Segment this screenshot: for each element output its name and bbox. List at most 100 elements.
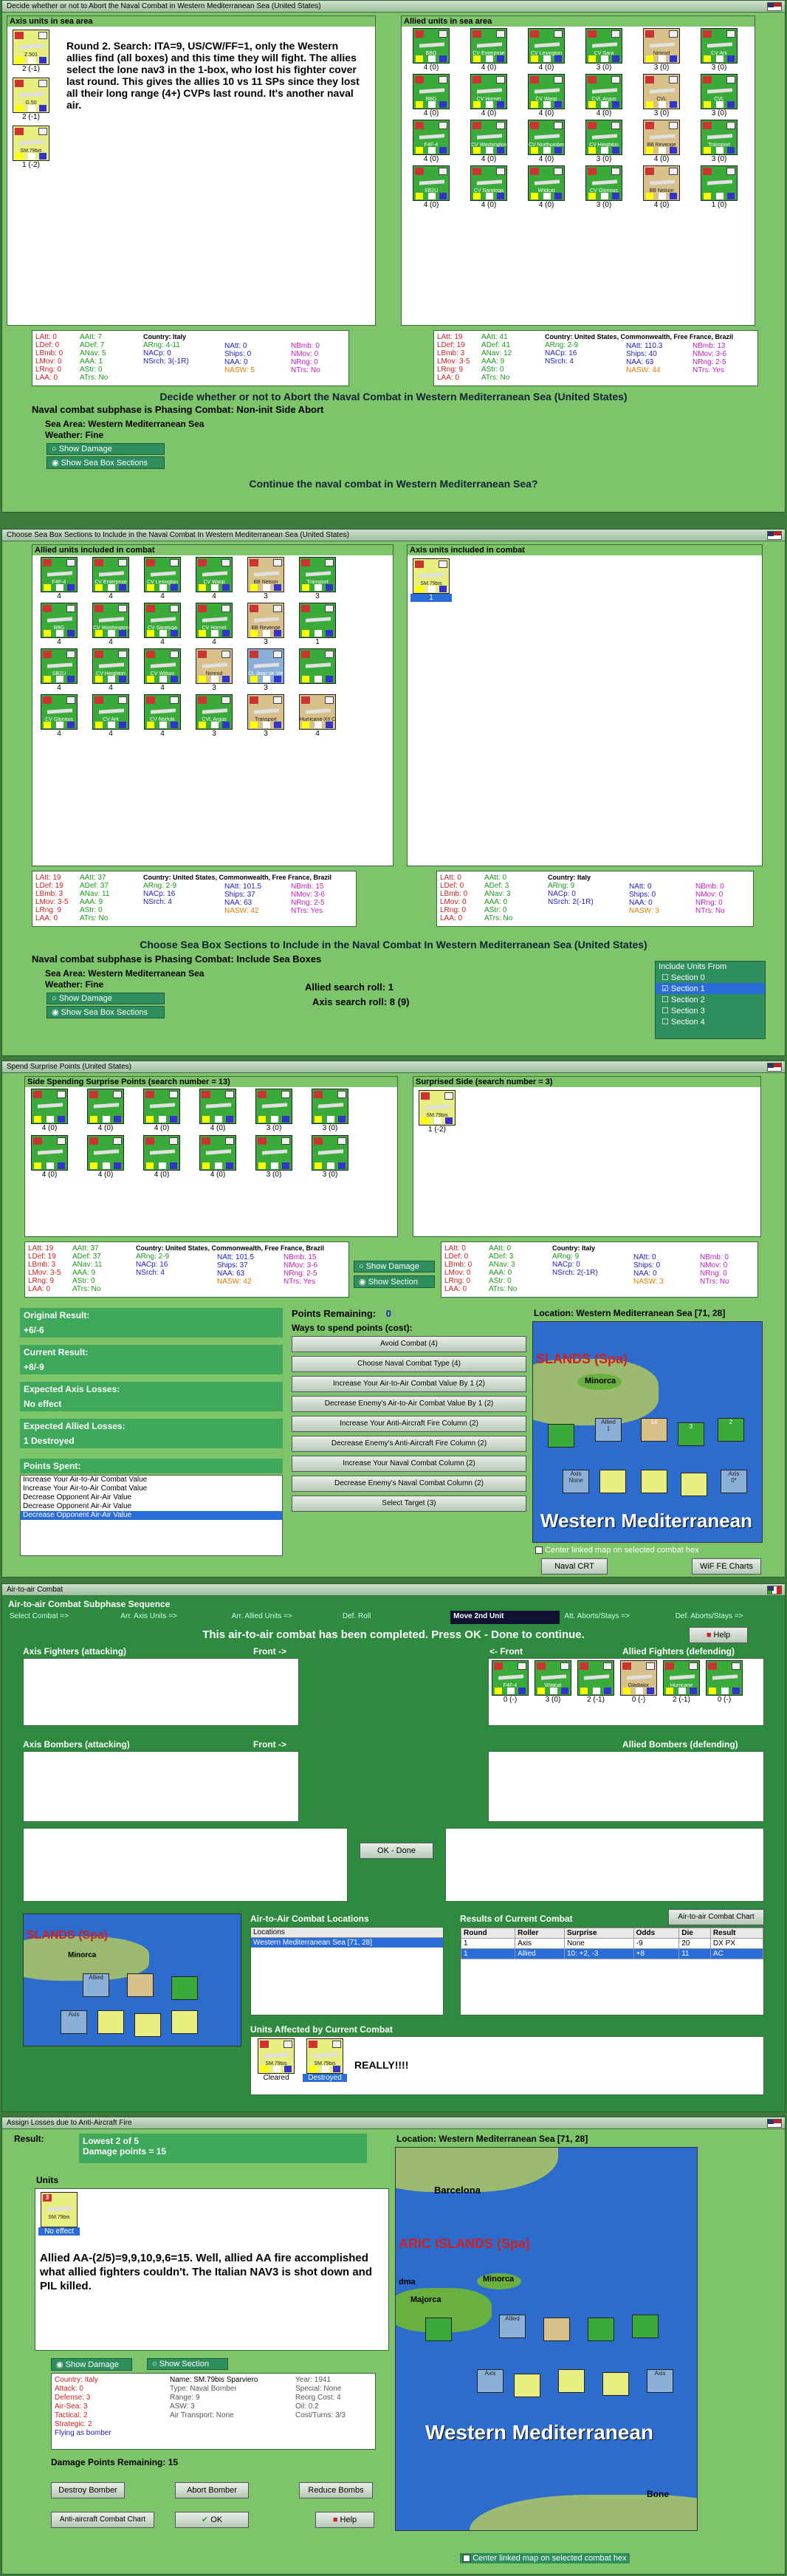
spend-option-button[interactable]: Increase Your Anti-Aircraft Fire Column … [292,1416,526,1432]
unit[interactable]: Hurricane-XII CAN4 [294,694,341,738]
sequence-tab[interactable]: Arr. Allied Units => [229,1611,338,1624]
unit[interactable]: 4 (0) [196,1089,239,1132]
show-damage-toggle[interactable]: ○ Show Damage [47,993,165,1004]
map-axis-stack[interactable]: Axis None [563,1470,589,1493]
section-3[interactable]: ☐ Section 3 [656,1005,765,1016]
sequence-tab[interactable]: Def. Aborts/Stays => [673,1611,782,1624]
spend-option-button[interactable]: Avoid Combat (4) [292,1336,526,1352]
unit[interactable]: CV Glorious 4 [35,694,83,738]
center-map-checkbox[interactable]: Center linked map on selected combat hex [460,2553,630,2563]
unit[interactable]: CV Enterprise 4 [87,557,134,600]
show-section-toggle[interactable]: ◉ Show Section [354,1275,435,1288]
unit[interactable]: SB2U 4 (0) [405,165,458,209]
unit[interactable]: 0 (-) [704,1660,744,1724]
unit[interactable]: CV Hornet 4 (0) [462,74,515,117]
spend-option-button[interactable]: Decrease Enemy's Air-to-Air Combat Value… [292,1396,526,1412]
unit[interactable]: Transport 3 (0) [693,120,746,163]
unit[interactable]: CVL Argus 4 (0) [577,74,630,117]
unit[interactable]: SM.79bis 1 [410,558,452,602]
map-unit[interactable]: 3 [678,1422,704,1446]
unit[interactable]: CV Glorious 3 (0) [577,165,630,209]
unit[interactable]: 4 (0) [84,1089,127,1132]
table-row[interactable]: 1 Axis None -9 20 DX PX [460,1938,764,1949]
spend-option-button[interactable]: Decrease Enemy's Anti-Aircraft Fire Colu… [292,1436,526,1452]
unit[interactable]: SM.79bis 1 (-2) [10,126,52,169]
unit[interactable]: BBG 4 [35,603,83,646]
unit[interactable]: SM.79bis 1 (-2) [416,1090,458,1134]
unit[interactable]: Nimrod 3 (0) [635,28,688,72]
unit[interactable]: BB Nelson 4 (0) [635,165,688,209]
unit[interactable]: CV Heighton 3 (0) [577,120,630,163]
map-axis-stack[interactable]: Axis [477,2369,504,2393]
spent-item[interactable]: Increase Your Air-to-Air Combat Value [21,1476,282,1484]
naval-crt-button[interactable]: Naval CRT [541,1558,608,1575]
spend-option-button[interactable]: Decrease Enemy's Naval Combat Column (2) [292,1476,526,1492]
unit[interactable]: 4 (0) [140,1089,183,1132]
show-damage-toggle[interactable]: ◉ Show Damage [51,2358,132,2371]
affected-unit[interactable]: SM.79bis Cleared [254,2038,298,2082]
unit[interactable]: 2 (-1) [576,1660,616,1724]
unit[interactable]: CL Jean de Vienne3 [242,648,289,692]
spend-option-button[interactable]: Increase Your Air-to-Air Combat Value By… [292,1376,526,1392]
unit[interactable]: CV Lexington 4 [139,557,186,600]
locations-table[interactable]: Locations Western Mediterranean Sea [71,… [250,1927,444,2015]
help-button[interactable]: ■ Help [689,1627,748,1643]
map-unit[interactable] [425,2318,452,2341]
ok-done-button[interactable]: OK - Done [360,1843,433,1859]
show-section-toggle[interactable]: ○ Show Section [147,2358,228,2370]
unit[interactable]: Gladiator 0 (-) [619,1660,659,1724]
ok-button[interactable]: ✔ OK [175,2512,249,2528]
unit[interactable]: 3 (0) [252,1135,295,1179]
sequence-tab[interactable]: Move 2nd Unit [450,1611,560,1624]
section-1[interactable]: ☑ Section 1 [656,983,765,994]
spent-item[interactable]: Decrease Opponent Air-Air Value [21,1511,282,1520]
aa-linked-map[interactable]: Barcelona ARIC ISLANDS (Spa) dma Minorca… [395,2147,698,2531]
map-unit[interactable] [127,1973,154,1997]
destroy-bomber-button[interactable]: Destroy Bomber [51,2482,125,2498]
unit[interactable]: BB Revenge 3 [242,603,289,646]
unit[interactable]: CV Washington 4 (0) [462,120,515,163]
unit[interactable]: CV Heighton 4 [87,648,134,692]
map-unit[interactable] [97,2010,124,2034]
map-unit[interactable] [514,2374,540,2397]
map-allied-stack[interactable]: Allied [83,1973,109,1997]
map-unit[interactable] [602,2372,629,2396]
combat-map[interactable]: SLANDS (Spa) Minorca Allied Axis [23,1914,241,2046]
table-row[interactable]: 1 Allied 10: +2, -3 +8 11 AC [460,1948,764,1959]
unit[interactable]: 4 (0) [28,1135,71,1179]
unit[interactable]: CV Saratoga 4 [139,603,186,646]
spend-option-button[interactable]: Select Target (3) [292,1496,526,1512]
unit[interactable]: Wildcat 3 (0) [533,1660,573,1724]
map-unit[interactable] [171,1976,198,2000]
help-button[interactable]: ■ Help [315,2512,374,2528]
unit[interactable]: BB Nelson 3 [242,557,289,600]
sequence-tab[interactable]: Def. Roll [340,1611,449,1624]
map-unit[interactable] [588,2318,614,2341]
location-row[interactable]: Western Mediterranean Sea [71, 28] [251,1938,443,1948]
unit[interactable]: BBG 4 (0) [405,28,458,72]
spent-item[interactable]: Increase Your Air-to-Air Combat Value [21,1484,282,1493]
unit[interactable]: G.50 2 (-1) [10,78,52,121]
unit[interactable]: Transport 3 [294,557,341,600]
unit[interactable]: CV Wilson 4 [139,648,186,692]
spent-item[interactable]: Decrease Opponent Air-Air Value [21,1493,282,1502]
sequence-tab[interactable]: Att. Aborts/Stays => [561,1611,670,1624]
unit[interactable]: CV Sara 3 (0) [577,28,630,72]
unit[interactable]: 1 (0) [693,165,746,209]
show-damage-toggle[interactable]: ○ Show Damage [47,443,165,455]
show-damage-toggle[interactable]: ○ Show Damage [354,1261,435,1272]
unit[interactable]: F4F-4 4 (0) [405,120,458,163]
unit[interactable]: Z.501 2 (-1) [10,30,52,73]
unit[interactable]: 3 (0) [309,1089,351,1132]
unit[interactable]: BB Revenge 4 (0) [635,120,688,163]
unit[interactable]: CV Norfolk 4 [139,694,186,738]
unit[interactable]: CV Washington 4 [87,603,134,646]
unit[interactable]: Wildcat 4 (0) [520,165,573,209]
unit[interactable]: CV Wasp 4 [190,557,238,600]
linked-map[interactable]: SLANDS (Spa) Minorca Allied 1 14 3 2 Axis… [532,1321,763,1543]
unit[interactable]: CV Saratoga 4 (0) [462,165,515,209]
affected-unit[interactable]: SM.79bis Destroyed [303,2038,347,2082]
reduce-bombs-button[interactable]: Reduce Bombs [299,2482,373,2498]
unit[interactable]: Nimrod 3 [190,648,238,692]
air-combat-chart-button[interactable]: Air-to-air Combat Chart [668,1909,764,1925]
